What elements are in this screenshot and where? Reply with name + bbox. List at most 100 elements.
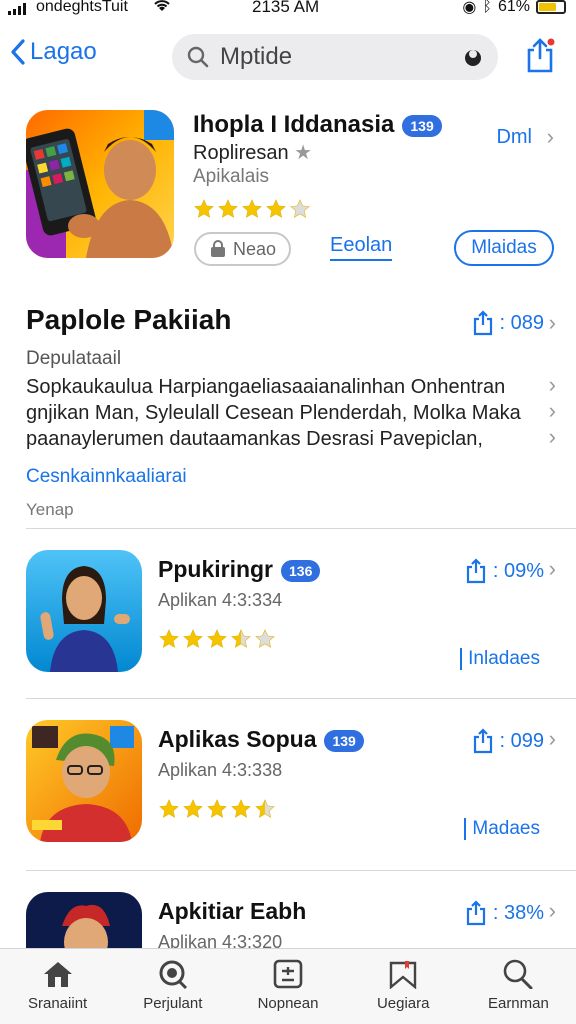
description-line: gnjikan Man, Syleulall Cesean Plenderdah…: [26, 402, 521, 424]
list-item[interactable]: Apkitiar Eabh Aplikan 4:3:320 : 38% ›: [0, 892, 576, 948]
featured-category: Apikalais: [193, 166, 270, 187]
section-meta-value: : 089: [499, 311, 545, 334]
app-subtitle: Aplikan 4:3:320: [158, 932, 283, 948]
tab-label: Nopnean: [257, 995, 319, 1012]
share-icon: [527, 38, 555, 73]
tab-label: Earnman: [487, 995, 549, 1012]
star-icon: [159, 799, 179, 818]
chevron-left-icon: [11, 39, 25, 65]
app-subtitle: Aplikan 4:3:334: [158, 590, 283, 610]
share-icon: [466, 900, 485, 926]
app-rating-stars: [158, 798, 276, 820]
signal-icon: [8, 3, 26, 15]
back-label: Lagao: [30, 38, 97, 65]
app-title[interactable]: Ppukiringr 136: [158, 556, 321, 583]
chevron-right-icon: ›: [548, 310, 556, 335]
see-more-link[interactable]: Cesnkainnkaaliarai: [26, 466, 187, 488]
open-link-button[interactable]: Eeolan: [330, 234, 393, 261]
get-button-grey[interactable]: Neao: [194, 232, 291, 266]
tab-label: Perjulant: [143, 995, 203, 1012]
app-meta[interactable]: : 38%: [465, 900, 544, 926]
divider: [26, 698, 576, 699]
star-icon: [207, 629, 227, 648]
share-icon: [466, 558, 485, 584]
featured-app-icon[interactable]: [26, 110, 174, 258]
app-icon[interactable]: [26, 892, 142, 948]
app-rating-stars: [158, 628, 276, 650]
star-icon: [290, 199, 310, 218]
app-action-button[interactable]: Inladaes: [460, 648, 540, 670]
app-meta-value: : 099: [499, 729, 545, 752]
calculator-icon: [273, 959, 303, 989]
app-badge: 139: [324, 729, 364, 752]
search-lens-icon: [159, 960, 187, 989]
featured-subtitle-text: Ropliresan: [193, 142, 289, 164]
tab-updates[interactable]: Uegiara: [346, 949, 461, 1024]
chevron-right-icon: ›: [548, 556, 556, 581]
app-meta-number: 099: [510, 729, 544, 752]
description-line: paanaylerumen dautaamankas Desrasi Pavep…: [26, 428, 483, 450]
list-item[interactable]: Ppukiringr 136 Aplikan 4:3:334 : 09% › In…: [0, 550, 576, 700]
description-line: Sopkaukaulua Harpiangaeliasaaianalinhan …: [26, 376, 506, 398]
section-sublabel: Depulataail: [26, 348, 122, 369]
back-button[interactable]: Lagao: [10, 38, 97, 66]
star-icon: [218, 199, 238, 218]
chevron-right-icon: ›: [548, 898, 556, 923]
star-icon: [207, 799, 227, 818]
section-meta[interactable]: : 089: [472, 310, 545, 336]
share-icon: [473, 310, 492, 336]
app-meta-number: 38%: [503, 901, 544, 924]
app-meta[interactable]: : 099: [472, 728, 545, 754]
voice-icon[interactable]: [462, 46, 484, 68]
app-icon[interactable]: [26, 720, 142, 842]
bluetooth-icon: ᛒ: [482, 0, 492, 15]
install-button[interactable]: Mlaidas: [454, 230, 554, 266]
tab-search[interactable]: Earnman: [461, 949, 576, 1024]
chevron-right-icon: ›: [548, 398, 556, 423]
featured-title-text: Ihopla I Iddanasia: [193, 111, 395, 138]
star-icon: [159, 629, 179, 648]
star-icon: [231, 629, 251, 648]
bookmark-flag-icon: [390, 961, 417, 989]
star-outline-icon: ★: [294, 142, 313, 164]
featured-subtitle: Ropliresan ★: [193, 140, 312, 165]
app-title[interactable]: Apkitiar Eabh: [158, 898, 306, 925]
search-input[interactable]: [220, 43, 462, 71]
app-badge: 136: [281, 559, 321, 582]
app-title-text: Ppukiringr: [158, 556, 274, 582]
status-bar: ondeghtsTuit 2135 AM ◉ ᛒ 61%: [0, 0, 576, 20]
section-heading: Paplole Pakiiah: [26, 304, 232, 335]
tab-apps[interactable]: Nopnean: [230, 949, 345, 1024]
star-icon: [183, 799, 203, 818]
star-icon: [266, 199, 286, 218]
chevron-right-icon: ›: [548, 726, 556, 751]
get-button-grey-label: Neao: [232, 238, 277, 259]
star-icon: [183, 629, 203, 648]
app-action-button[interactable]: Madaes: [464, 818, 540, 840]
description-section: Paplole Pakiiah : 089 › Depulataail Sopk…: [0, 296, 576, 528]
share-button[interactable]: [524, 36, 556, 79]
star-icon: [255, 799, 275, 818]
section-meta-number: 089: [510, 311, 544, 334]
battery-percent: 61%: [497, 0, 530, 15]
app-title[interactable]: Aplikas Sopua 139: [158, 726, 364, 753]
search-bar[interactable]: [172, 34, 498, 80]
star-icon: [255, 629, 275, 648]
app-meta-value: : 09%: [492, 559, 544, 582]
featured-link[interactable]: Dml: [496, 126, 532, 149]
navigation-bar: Lagao: [0, 28, 576, 84]
app-meta[interactable]: : 09%: [465, 558, 544, 584]
carrier-label: ondeghtsTuit: [36, 0, 128, 15]
app-meta-number: 09%: [503, 559, 544, 582]
app-title-text: Aplikas Sopua: [158, 726, 317, 752]
chevron-right-icon: ›: [548, 372, 556, 397]
star-icon: [242, 199, 262, 218]
search-icon: [187, 46, 209, 68]
battery-icon: [536, 0, 566, 14]
tab-explore[interactable]: Perjulant: [115, 949, 230, 1024]
featured-app-title[interactable]: Ihopla I Iddanasia 139: [193, 111, 442, 139]
app-icon[interactable]: [26, 550, 142, 672]
tab-home[interactable]: Sranaiint: [0, 949, 115, 1024]
clock: 2135 AM: [252, 0, 320, 16]
list-item[interactable]: Aplikas Sopua 139 Aplikan 4:3:338 : 099 ›…: [0, 720, 576, 870]
